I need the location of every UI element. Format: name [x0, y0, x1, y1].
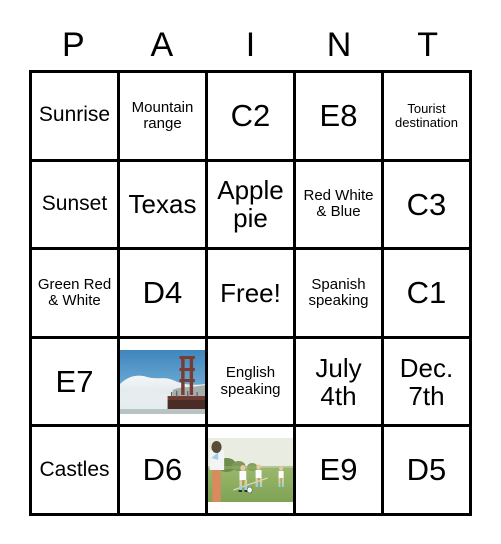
bingo-cell-label: Castles	[39, 457, 110, 481]
bingo-cell-r2c4[interactable]: Red White & Blue	[296, 161, 384, 251]
bingo-cell-r2c3[interactable]: Apple pie	[208, 161, 296, 251]
bingo-cell-r3c1[interactable]: Green Red & White	[32, 250, 120, 339]
bingo-cell-label: Sunset	[41, 192, 108, 216]
bingo-grid: Sunrise Mountain range C2 E8 Tourist des…	[29, 70, 472, 516]
bingo-cell-label: English speaking	[220, 364, 281, 398]
bingo-cell-r2c1[interactable]: Sunset	[32, 161, 120, 251]
header-letter-3: I	[245, 26, 256, 64]
bingo-cell-r5c1[interactable]: Castles	[32, 427, 120, 516]
bingo-cell-label: Dec. 7th	[399, 352, 454, 411]
bingo-cell-r2c2[interactable]: Texas	[120, 161, 208, 251]
bingo-cell-label: Green Red & White	[37, 275, 112, 309]
bingo-cell-r1c1[interactable]: Sunrise	[32, 73, 120, 162]
bingo-cell-r4c5[interactable]: Dec. 7th	[384, 338, 472, 428]
bingo-cell-label: D5	[406, 452, 447, 488]
bingo-cell-r5c2[interactable]: D6	[120, 427, 208, 516]
bingo-cell-free-space[interactable]: Free!	[208, 250, 296, 339]
bingo-cell-r1c3[interactable]: C2	[208, 73, 296, 162]
bingo-cell-label: E8	[319, 98, 358, 134]
bingo-cell-label: E9	[319, 452, 358, 488]
bingo-cell-r1c2[interactable]: Mountain range	[120, 73, 208, 162]
header-letter-5: T	[417, 26, 439, 64]
bingo-cell-r1c4[interactable]: E8	[296, 73, 384, 162]
bingo-cell-r5c3[interactable]	[208, 427, 296, 516]
header-letter-4: N	[326, 26, 352, 64]
bingo-cell-r1c5[interactable]: Tourist destination	[384, 73, 472, 162]
bingo-cell-label: Apple pie	[217, 175, 284, 234]
bingo-card: P A I N T Sunrise Mountain range C2 E8 T…	[0, 0, 501, 544]
bingo-cell-r3c4[interactable]: Spanish speaking	[296, 250, 384, 339]
bingo-cell-label: D4	[142, 275, 183, 311]
bingo-cell-label: C1	[406, 275, 447, 311]
bingo-cell-label: Mountain range	[131, 98, 194, 132]
header-letter-2: A	[150, 26, 174, 64]
bingo-cell-label: Sunrise	[38, 103, 111, 127]
youth-soccer-match-photo	[208, 438, 293, 503]
bingo-cell-r4c4[interactable]: July 4th	[296, 338, 384, 428]
header-letter-1: P	[61, 26, 85, 64]
bingo-cell-label: Spanish speaking	[308, 275, 369, 309]
bingo-cell-label: Texas	[128, 189, 197, 220]
golden-gate-bridge-photo	[120, 349, 205, 414]
bingo-cell-label: Free!	[220, 277, 281, 308]
bingo-cell-r4c1[interactable]: E7	[32, 338, 120, 428]
bingo-cell-r4c3[interactable]: English speaking	[208, 338, 296, 428]
bingo-cell-r5c4[interactable]: E9	[296, 427, 384, 516]
bingo-cell-label: Red White & Blue	[303, 187, 374, 221]
bingo-cell-label: C2	[230, 98, 271, 134]
bingo-header-letters: P A I N T	[29, 22, 472, 68]
bingo-cell-r2c5[interactable]: C3	[384, 161, 472, 251]
bingo-cell-r3c2[interactable]: D4	[120, 250, 208, 339]
bingo-cell-r4c2[interactable]	[120, 338, 208, 428]
bingo-cell-label: C3	[406, 186, 447, 222]
bingo-cell-label: E7	[55, 363, 94, 399]
bingo-cell-r3c5[interactable]: C1	[384, 250, 472, 339]
bingo-cell-label: D6	[142, 452, 183, 488]
bingo-cell-label: Tourist destination	[395, 100, 458, 130]
bingo-cell-label: July 4th	[315, 352, 362, 411]
bingo-cell-r5c5[interactable]: D5	[384, 427, 472, 516]
